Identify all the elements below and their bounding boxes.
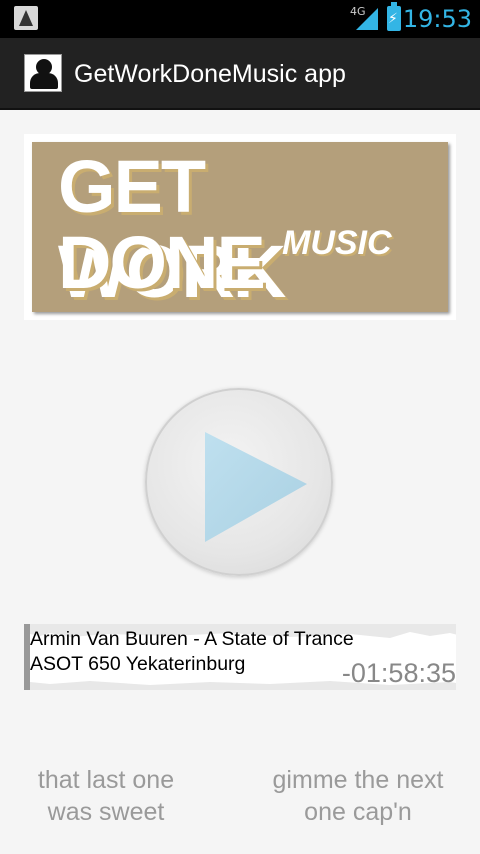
battery-icon	[387, 2, 401, 31]
next-label-line2: one cap'n	[304, 798, 412, 826]
banner: GET WORK DONE MUSIC	[24, 134, 456, 320]
like-label-line1: that last one	[37, 766, 175, 794]
next-label-line1: gimme the next	[272, 766, 444, 794]
action-bar: GetWorkDoneMusic app	[0, 38, 480, 110]
now-playing: Armin Van Buuren - A State of Trance ASO…	[24, 624, 456, 690]
play-button[interactable]	[145, 388, 333, 576]
status-clock: 19:53	[402, 5, 472, 33]
banner-image: GET WORK DONE MUSIC	[32, 142, 448, 312]
banner-text-line2: DONE	[58, 221, 266, 304]
notification-icon	[14, 6, 38, 30]
time-remaining: -01:58:35	[341, 658, 456, 688]
next-button[interactable]: gimme the next one cap'n	[254, 764, 462, 828]
track-title-line2: ASOT 650 Yekaterinburg	[30, 653, 246, 675]
play-icon	[205, 432, 307, 542]
status-bar: 4G 19:53	[0, 0, 480, 38]
like-button[interactable]: that last one was sweet	[18, 764, 194, 828]
app-logo-icon[interactable]	[24, 54, 62, 92]
app-title: GetWorkDoneMusic app	[74, 60, 346, 88]
signal-icon	[356, 8, 378, 30]
track-title-line1: Armin Van Buuren - A State of Trance	[30, 628, 354, 650]
banner-text-music: MUSIC	[282, 224, 392, 262]
like-label-line2: was sweet	[47, 798, 165, 826]
